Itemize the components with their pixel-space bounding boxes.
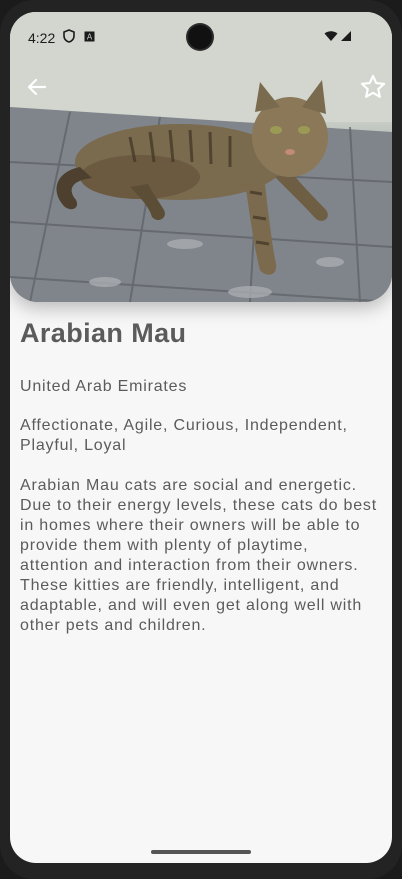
star-outline-icon bbox=[360, 74, 386, 98]
favorite-button[interactable] bbox=[356, 70, 390, 104]
back-button[interactable] bbox=[20, 70, 54, 104]
breed-name: Arabian Mau bbox=[20, 318, 187, 348]
status-bar: 4:22 A bbox=[10, 12, 392, 52]
wifi-icon bbox=[324, 29, 338, 45]
app-notification-icon: A bbox=[84, 29, 95, 45]
svg-text:A: A bbox=[87, 33, 93, 42]
gesture-nav-bar[interactable] bbox=[151, 850, 251, 854]
signal-icon bbox=[340, 29, 352, 45]
front-camera bbox=[188, 25, 212, 49]
cat-photo: 4:22 A bbox=[10, 12, 392, 302]
breed-description: Arabian Mau cats are social and energeti… bbox=[20, 477, 377, 634]
status-time: 4:22 bbox=[28, 30, 56, 46]
breed-origin: United Arab Emirates bbox=[20, 378, 188, 395]
cat-image bbox=[10, 12, 392, 302]
shield-icon bbox=[63, 29, 75, 46]
breed-temperament: Affectionate, Agile, Curious, Independen… bbox=[20, 417, 348, 454]
device-frame: 4:22 A Arabian Mau United Arab Emirates … bbox=[0, 0, 402, 879]
breed-details: Arabian Mau United Arab Emirates Affecti… bbox=[20, 317, 382, 636]
screen: 4:22 A Arabian Mau United Arab Emirates … bbox=[10, 12, 392, 863]
arrow-back-icon bbox=[27, 78, 47, 96]
